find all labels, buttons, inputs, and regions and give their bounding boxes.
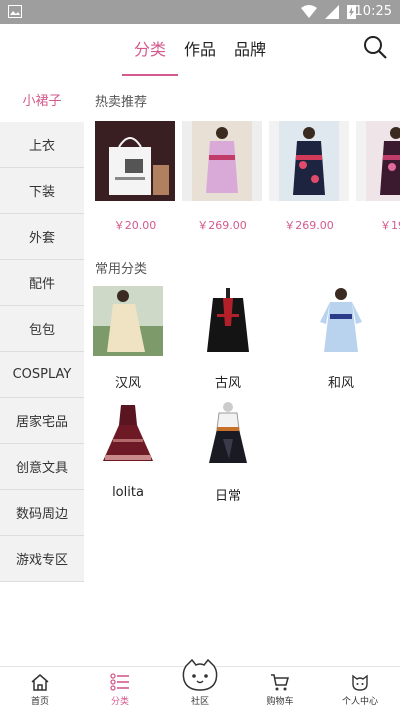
category-hefeng[interactable]: 和风 <box>306 286 376 391</box>
product-image <box>182 121 262 201</box>
signal-icon <box>325 4 339 19</box>
product-price: ￥269.00 <box>197 219 247 232</box>
hot-product-card[interactable]: ￥269.00 <box>182 121 262 233</box>
tab-brand[interactable]: 品牌 <box>234 24 266 76</box>
category-label: 和风 <box>327 376 354 391</box>
category-label: 汉风 <box>114 376 141 391</box>
category-image <box>306 286 376 356</box>
status-bar: 10:25 <box>0 0 400 24</box>
category-label: 古风 <box>214 376 241 391</box>
gallery-icon <box>8 5 22 18</box>
nav-label: 购物车 <box>266 697 294 707</box>
sidebar-item-outerwear[interactable]: 外套 <box>0 214 84 260</box>
search-icon[interactable] <box>362 34 388 60</box>
nav-profile[interactable]: 个人中心 <box>320 667 400 711</box>
sidebar-item-bags[interactable]: 包包 <box>0 306 84 352</box>
category-sidebar: 小裙子 上衣 下装 外套 配件 包包 COSPLAY 居家宅品 创意文具 数码周… <box>0 76 84 582</box>
product-image <box>95 121 175 201</box>
nav-cart[interactable]: 购物车 <box>240 667 320 711</box>
product-price: ￥20.00 <box>113 219 157 232</box>
tab-category[interactable]: 分类 <box>121 24 179 76</box>
sidebar-item-tops[interactable]: 上衣 <box>0 122 84 168</box>
category-image <box>193 286 263 356</box>
category-image <box>93 286 163 356</box>
category-image <box>93 399 163 469</box>
category-content: 热卖推荐 ￥20.00 ￥269.00 ￥269.00 ￥1 常用分类 汉风 古… <box>84 76 400 666</box>
hot-product-card[interactable]: ￥20.00 <box>95 121 175 233</box>
status-time: 10:25 <box>354 4 392 19</box>
nav-category[interactable]: 分类 <box>80 667 160 711</box>
tab-works[interactable]: 作品 <box>184 24 216 76</box>
nav-label: 个人中心 <box>341 697 378 707</box>
sidebar-item-dress[interactable]: 小裙子 <box>0 76 84 122</box>
sidebar-item-digital[interactable]: 数码周边 <box>0 490 84 536</box>
home-icon <box>31 674 49 691</box>
category-lolita[interactable]: lolita <box>93 399 163 500</box>
nav-label: 首页 <box>30 697 49 707</box>
profile-icon <box>352 674 368 691</box>
category-daily[interactable]: 日常 <box>193 399 263 504</box>
wifi-icon <box>301 4 317 18</box>
sidebar-item-cosplay[interactable]: COSPLAY <box>0 352 84 398</box>
hot-section-title: 热卖推荐 <box>95 95 148 110</box>
common-section-title: 常用分类 <box>95 262 148 277</box>
top-tabs: 分类 作品 品牌 <box>0 24 400 76</box>
category-hanfeng[interactable]: 汉风 <box>93 286 163 391</box>
sidebar-item-games[interactable]: 游戏专区 <box>0 536 84 582</box>
nav-home[interactable]: 首页 <box>0 667 80 711</box>
top-header: 分类 作品 品牌 <box>0 24 400 76</box>
category-image <box>193 399 263 469</box>
sidebar-item-home[interactable]: 居家宅品 <box>0 398 84 444</box>
community-icon[interactable] <box>180 658 220 694</box>
sidebar-item-accessories[interactable]: 配件 <box>0 260 84 306</box>
category-label: lolita <box>112 485 144 500</box>
category-label: 日常 <box>214 489 241 504</box>
category-list-icon <box>110 673 129 691</box>
product-image <box>356 121 400 201</box>
sidebar-item-stationery[interactable]: 创意文具 <box>0 444 84 490</box>
hot-product-card[interactable]: ￥269.00 <box>269 121 349 233</box>
nav-label: 社区 <box>190 697 209 707</box>
product-price: ￥199 <box>380 219 400 232</box>
nav-label: 分类 <box>110 697 129 707</box>
product-image <box>269 121 349 201</box>
sidebar-item-bottoms[interactable]: 下装 <box>0 168 84 214</box>
cart-icon <box>271 674 289 691</box>
hot-product-card[interactable]: ￥199 <box>356 121 400 233</box>
product-price: ￥269.00 <box>284 219 334 232</box>
category-gufeng[interactable]: 古风 <box>193 286 263 391</box>
